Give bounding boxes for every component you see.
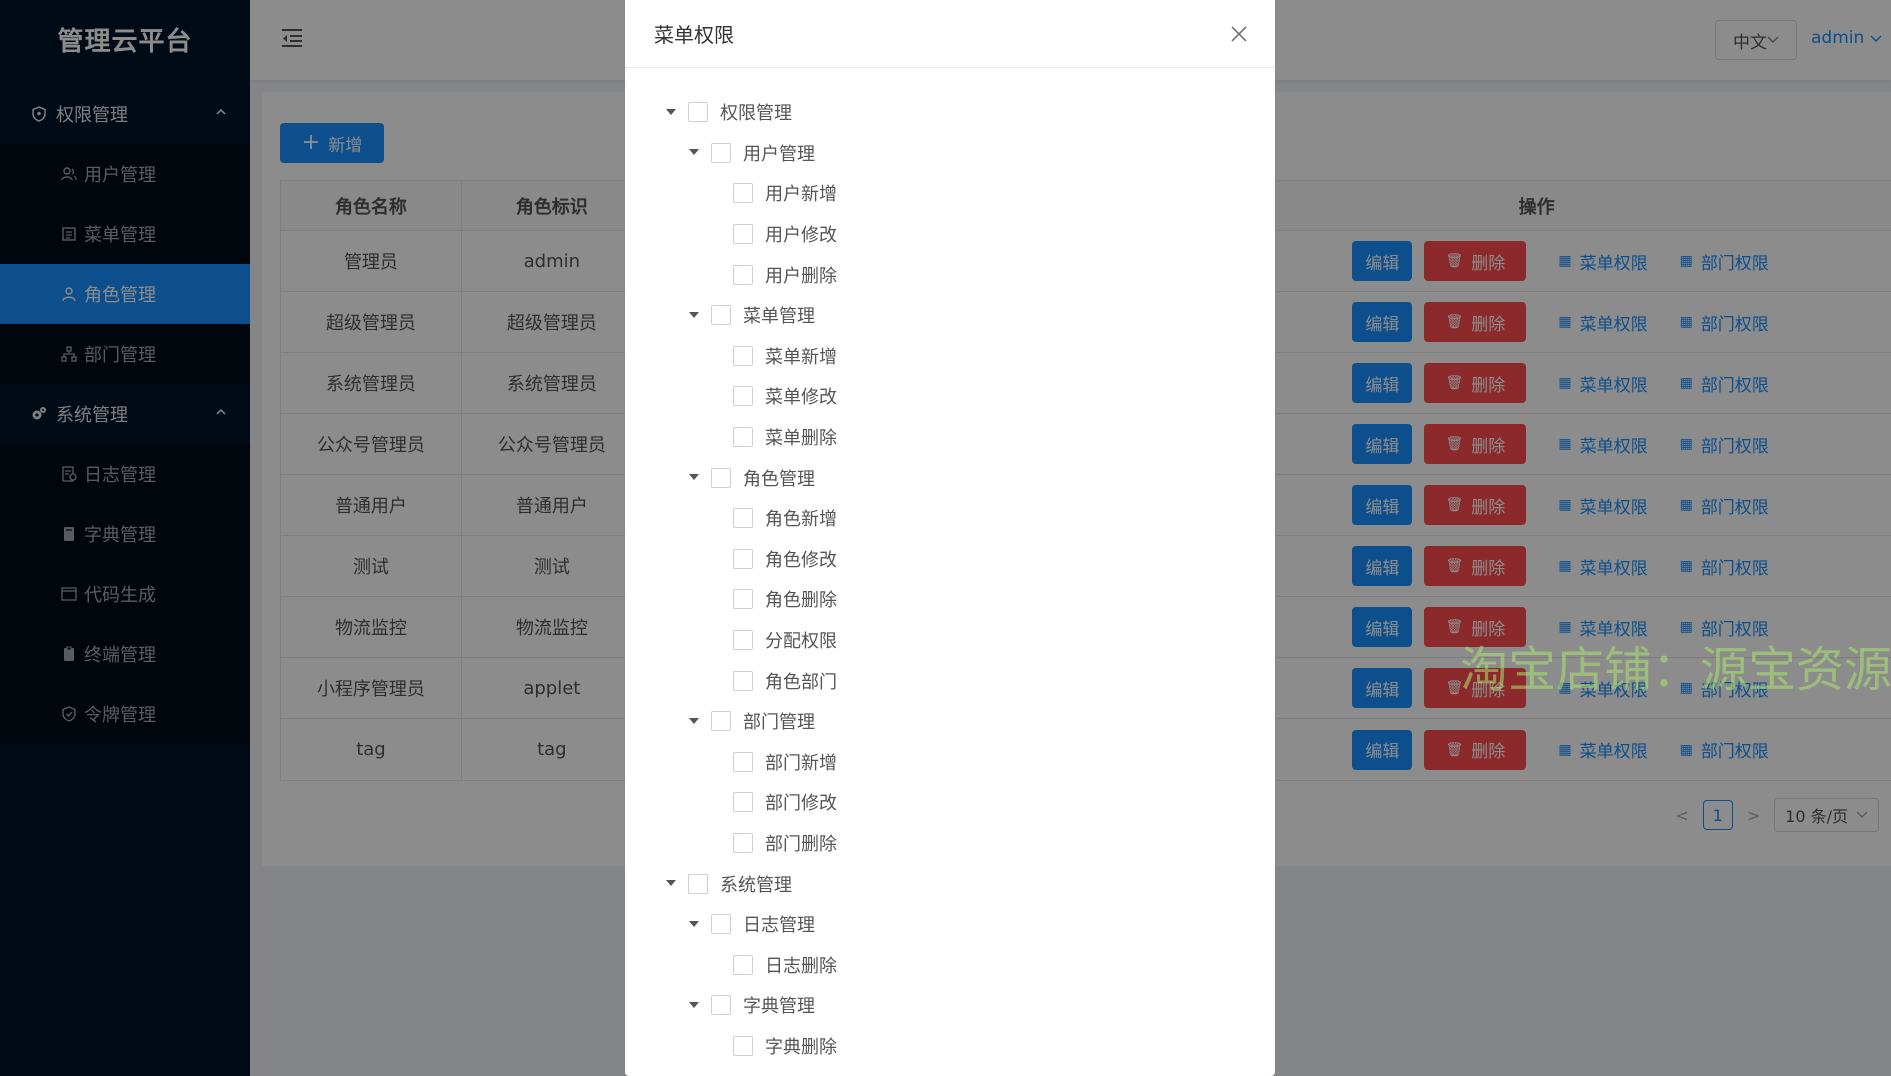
permission-tree: 权限管理用户管理用户新增用户修改用户删除菜单管理菜单新增菜单修改菜单删除角色管理… (625, 68, 1275, 1066)
tree-node-label: 用户删除 (765, 265, 837, 287)
tree-node[interactable]: 角色部门 (625, 660, 1275, 701)
tree-node-label: 用户管理 (743, 143, 815, 165)
tree-node[interactable]: 用户新增 (625, 173, 1275, 214)
tree-node-label: 菜单删除 (765, 428, 837, 450)
tree-node-label: 部门修改 (765, 793, 837, 815)
tree-checkbox[interactable] (688, 873, 708, 894)
tree-node[interactable]: 权限管理 (625, 92, 1275, 133)
caret-down-icon[interactable] (687, 148, 701, 158)
tree-node[interactable]: 部门删除 (625, 823, 1275, 864)
tree-node[interactable]: 菜单新增 (625, 336, 1275, 377)
tree-checkbox[interactable] (733, 792, 753, 813)
tree-node[interactable]: 日志管理 (625, 904, 1275, 945)
tree-node[interactable]: 字典删除 (625, 1026, 1275, 1067)
caret-down-icon[interactable] (687, 473, 701, 483)
tree-node[interactable]: 用户管理 (625, 133, 1275, 174)
tree-node-label: 菜单修改 (765, 387, 837, 409)
tree-node-label: 权限管理 (720, 103, 792, 125)
tree-node-label: 部门新增 (765, 752, 837, 774)
tree-node-label: 部门删除 (765, 833, 837, 855)
tree-node-label: 字典管理 (743, 996, 815, 1018)
tree-checkbox[interactable] (733, 954, 753, 975)
tree-checkbox[interactable] (733, 224, 753, 245)
tree-checkbox[interactable] (733, 1035, 753, 1056)
tree-node-label: 系统管理 (720, 874, 792, 896)
caret-down-icon[interactable] (687, 919, 701, 929)
modal-header: 菜单权限 (625, 0, 1275, 68)
tree-node[interactable]: 角色管理 (625, 457, 1275, 498)
tree-checkbox[interactable] (733, 589, 753, 610)
caret-down-icon[interactable] (664, 107, 678, 117)
tree-checkbox[interactable] (688, 102, 708, 123)
tree-node[interactable]: 菜单删除 (625, 417, 1275, 458)
tree-node[interactable]: 分配权限 (625, 620, 1275, 661)
tree-node[interactable]: 角色删除 (625, 579, 1275, 620)
tree-node[interactable]: 日志删除 (625, 944, 1275, 985)
tree-node-label: 日志管理 (743, 915, 815, 937)
tree-node[interactable]: 字典管理 (625, 985, 1275, 1026)
tree-node-label: 日志删除 (765, 955, 837, 977)
tree-node-label: 用户新增 (765, 184, 837, 206)
close-icon[interactable] (1229, 24, 1249, 44)
tree-checkbox[interactable] (711, 305, 731, 326)
tree-checkbox[interactable] (733, 751, 753, 772)
tree-checkbox[interactable] (711, 914, 731, 935)
tree-node-label: 用户修改 (765, 225, 837, 247)
tree-node-label: 角色新增 (765, 509, 837, 531)
tree-node-label: 分配权限 (765, 631, 837, 653)
tree-checkbox[interactable] (711, 142, 731, 163)
tree-node[interactable]: 菜单管理 (625, 295, 1275, 336)
tree-checkbox[interactable] (733, 630, 753, 651)
tree-node-label: 角色修改 (765, 549, 837, 571)
tree-checkbox[interactable] (733, 386, 753, 407)
tree-node-label: 部门管理 (743, 712, 815, 734)
tree-node[interactable]: 部门管理 (625, 701, 1275, 742)
tree-node[interactable]: 角色新增 (625, 498, 1275, 539)
tree-node[interactable]: 部门修改 (625, 782, 1275, 823)
caret-down-icon[interactable] (687, 716, 701, 726)
modal-title: 菜单权限 (654, 23, 734, 47)
tree-node[interactable]: 用户修改 (625, 214, 1275, 255)
tree-checkbox[interactable] (733, 670, 753, 691)
tree-node[interactable]: 部门新增 (625, 742, 1275, 783)
tree-checkbox[interactable] (711, 711, 731, 732)
watermark-text: 淘宝店铺：源宝资源 (1460, 642, 1891, 698)
caret-down-icon[interactable] (687, 310, 701, 320)
tree-node-label: 字典删除 (765, 1036, 837, 1058)
tree-node-label: 菜单管理 (743, 306, 815, 328)
tree-node-label: 角色删除 (765, 590, 837, 612)
tree-checkbox[interactable] (733, 183, 753, 204)
tree-checkbox[interactable] (733, 508, 753, 529)
tree-node[interactable]: 角色修改 (625, 539, 1275, 580)
caret-down-icon[interactable] (664, 879, 678, 889)
tree-checkbox[interactable] (711, 995, 731, 1016)
tree-checkbox[interactable] (733, 427, 753, 448)
tree-checkbox[interactable] (733, 345, 753, 366)
tree-checkbox[interactable] (733, 548, 753, 569)
caret-down-icon[interactable] (687, 1000, 701, 1010)
menu-permission-modal: 菜单权限 权限管理用户管理用户新增用户修改用户删除菜单管理菜单新增菜单修改菜单删… (625, 0, 1275, 1076)
tree-node-label: 角色管理 (743, 468, 815, 490)
tree-node-label: 菜单新增 (765, 346, 837, 368)
tree-checkbox[interactable] (733, 832, 753, 853)
tree-node-label: 角色部门 (765, 671, 837, 693)
tree-node[interactable]: 菜单修改 (625, 376, 1275, 417)
tree-checkbox[interactable] (711, 467, 731, 488)
tree-node[interactable]: 系统管理 (625, 863, 1275, 904)
tree-checkbox[interactable] (733, 264, 753, 285)
tree-node[interactable]: 用户删除 (625, 254, 1275, 295)
